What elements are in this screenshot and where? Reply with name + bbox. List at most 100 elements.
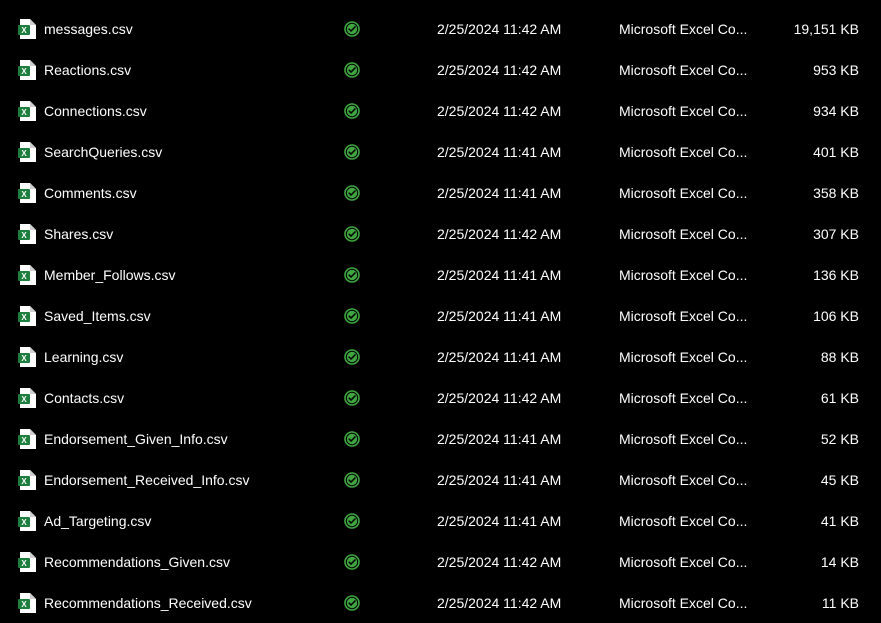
file-status-cell [344,513,437,529]
file-row[interactable]: X Member_Follows.csv 2/25/2024 11:41 AM … [0,254,881,295]
file-row[interactable]: X messages.csv 2/25/2024 11:42 AM Micros… [0,8,881,49]
file-date-cell: 2/25/2024 11:41 AM [437,308,619,324]
file-size-cell: 11 KB [781,595,859,611]
sync-status-icon [344,554,360,570]
sync-status-icon [344,513,360,529]
file-row[interactable]: X Reactions.csv 2/25/2024 11:42 AM Micro… [0,49,881,90]
file-name-label: Learning.csv [44,349,123,365]
file-status-cell [344,144,437,160]
excel-file-icon: X [18,224,36,244]
excel-file-icon: X [18,347,36,367]
file-name-cell: X Reactions.csv [18,60,344,80]
file-date-cell: 2/25/2024 11:41 AM [437,472,619,488]
file-status-cell [344,390,437,406]
file-row[interactable]: X Ad_Targeting.csv 2/25/2024 11:41 AM Mi… [0,500,881,541]
file-name-cell: X SearchQueries.csv [18,142,344,162]
file-name-cell: X Connections.csv [18,101,344,121]
svg-text:X: X [21,231,27,240]
sync-status-icon [344,267,360,283]
file-row[interactable]: X Comments.csv 2/25/2024 11:41 AM Micros… [0,172,881,213]
file-size-cell: 19,151 KB [781,21,859,37]
svg-text:X: X [21,477,27,486]
svg-text:X: X [21,395,27,404]
file-size-cell: 52 KB [781,431,859,447]
file-size-cell: 106 KB [781,308,859,324]
svg-text:X: X [21,518,27,527]
svg-text:X: X [21,313,27,322]
file-date-cell: 2/25/2024 11:42 AM [437,595,619,611]
file-name-label: Comments.csv [44,185,137,201]
file-name-label: SearchQueries.csv [44,144,162,160]
file-size-cell: 14 KB [781,554,859,570]
file-row[interactable]: X Endorsement_Received_Info.csv 2/25/202… [0,459,881,500]
file-name-cell: X Shares.csv [18,224,344,244]
file-name-cell: X Member_Follows.csv [18,265,344,285]
file-date-cell: 2/25/2024 11:41 AM [437,144,619,160]
file-size-cell: 401 KB [781,144,859,160]
file-size-cell: 61 KB [781,390,859,406]
file-row[interactable]: X Recommendations_Given.csv 2/25/2024 11… [0,541,881,582]
file-name-cell: X Recommendations_Given.csv [18,552,344,572]
file-name-cell: X Learning.csv [18,347,344,367]
file-name-label: Member_Follows.csv [44,267,175,283]
file-status-cell [344,349,437,365]
file-name-label: Ad_Targeting.csv [44,513,151,529]
file-list: X messages.csv 2/25/2024 11:42 AM Micros… [0,8,881,623]
file-type-cell: Microsoft Excel Co... [619,267,781,283]
file-name-label: Recommendations_Given.csv [44,554,230,570]
file-type-cell: Microsoft Excel Co... [619,226,781,242]
file-row[interactable]: X Contacts.csv 2/25/2024 11:42 AM Micros… [0,377,881,418]
sync-status-icon [344,226,360,242]
sync-status-icon [344,431,360,447]
excel-file-icon: X [18,19,36,39]
file-name-cell: X Comments.csv [18,183,344,203]
file-type-cell: Microsoft Excel Co... [619,103,781,119]
svg-text:X: X [21,26,27,35]
file-status-cell [344,226,437,242]
excel-file-icon: X [18,552,36,572]
file-name-cell: X Ad_Targeting.csv [18,511,344,531]
file-date-cell: 2/25/2024 11:42 AM [437,62,619,78]
file-name-label: Endorsement_Received_Info.csv [44,472,249,488]
file-size-cell: 953 KB [781,62,859,78]
file-type-cell: Microsoft Excel Co... [619,431,781,447]
svg-text:X: X [21,272,27,281]
file-name-cell: X Endorsement_Received_Info.csv [18,470,344,490]
file-type-cell: Microsoft Excel Co... [619,185,781,201]
sync-status-icon [344,62,360,78]
file-size-cell: 88 KB [781,349,859,365]
sync-status-icon [344,472,360,488]
file-row[interactable]: X Endorsement_Given_Info.csv 2/25/2024 1… [0,418,881,459]
file-row[interactable]: X Connections.csv 2/25/2024 11:42 AM Mic… [0,90,881,131]
file-status-cell [344,472,437,488]
svg-text:X: X [21,190,27,199]
file-date-cell: 2/25/2024 11:42 AM [437,21,619,37]
file-type-cell: Microsoft Excel Co... [619,390,781,406]
file-name-label: Saved_Items.csv [44,308,151,324]
file-date-cell: 2/25/2024 11:42 AM [437,103,619,119]
file-date-cell: 2/25/2024 11:42 AM [437,554,619,570]
excel-file-icon: X [18,101,36,121]
sync-status-icon [344,595,360,611]
file-date-cell: 2/25/2024 11:41 AM [437,513,619,529]
file-row[interactable]: X Shares.csv 2/25/2024 11:42 AM Microsof… [0,213,881,254]
file-name-label: Endorsement_Given_Info.csv [44,431,228,447]
file-date-cell: 2/25/2024 11:42 AM [437,390,619,406]
file-row[interactable]: X Recommendations_Received.csv 2/25/2024… [0,582,881,623]
svg-text:X: X [21,108,27,117]
file-name-cell: X Contacts.csv [18,388,344,408]
file-date-cell: 2/25/2024 11:41 AM [437,431,619,447]
file-type-cell: Microsoft Excel Co... [619,595,781,611]
excel-file-icon: X [18,429,36,449]
file-type-cell: Microsoft Excel Co... [619,349,781,365]
file-status-cell [344,62,437,78]
file-name-label: Reactions.csv [44,62,131,78]
file-date-cell: 2/25/2024 11:41 AM [437,185,619,201]
file-row[interactable]: X SearchQueries.csv 2/25/2024 11:41 AM M… [0,131,881,172]
file-date-cell: 2/25/2024 11:41 AM [437,267,619,283]
file-row[interactable]: X Learning.csv 2/25/2024 11:41 AM Micros… [0,336,881,377]
file-type-cell: Microsoft Excel Co... [619,21,781,37]
sync-status-icon [344,308,360,324]
file-name-cell: X Recommendations_Received.csv [18,593,344,613]
file-row[interactable]: X Saved_Items.csv 2/25/2024 11:41 AM Mic… [0,295,881,336]
